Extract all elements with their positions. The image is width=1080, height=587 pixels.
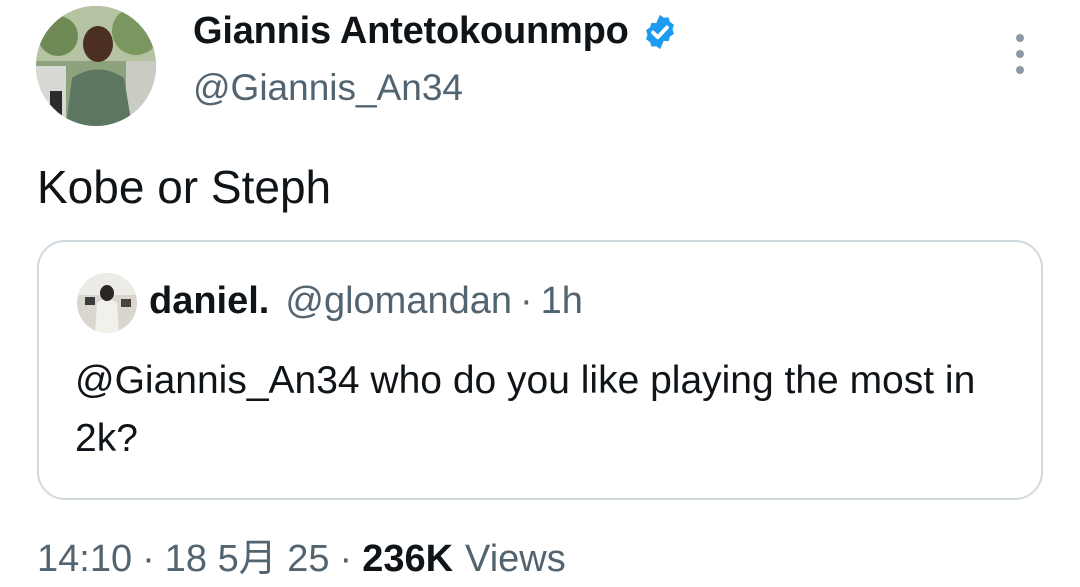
quoted-tweet-text: @Giannis_An34 who do you like playing th… <box>75 359 976 460</box>
more-dot <box>1016 66 1024 74</box>
author-handle[interactable]: @Giannis_An34 <box>193 67 463 109</box>
author-display-name[interactable]: Giannis Antetokounmpo <box>193 10 629 53</box>
tweet-date[interactable]: 18 5月 25 <box>165 527 330 582</box>
quoted-author-avatar[interactable] <box>77 273 137 333</box>
author-avatar[interactable] <box>36 6 156 126</box>
tweet-time[interactable]: 14:10 <box>37 538 132 581</box>
meta-separator: · <box>142 538 155 580</box>
tweet-text: Kobe or Steph <box>37 161 332 213</box>
quoted-timestamp[interactable]: 1h <box>541 280 583 323</box>
views-label: Views <box>465 538 566 580</box>
more-options-icon[interactable] <box>1008 34 1032 74</box>
views-count[interactable]: 236K <box>362 538 453 581</box>
quoted-separator: · <box>519 280 533 322</box>
meta-separator: · <box>339 538 353 580</box>
quoted-tweet-card[interactable]: daniel. @glomandan · 1h @Giannis_An34 wh… <box>37 240 1043 500</box>
more-dot <box>1016 50 1024 58</box>
verified-badge-icon <box>645 14 674 49</box>
more-dot <box>1016 34 1024 42</box>
tweet-meta: 14:10 · 18 5月 25 · 236K Views <box>37 527 566 582</box>
quoted-display-name[interactable]: daniel. <box>149 280 269 323</box>
quoted-handle[interactable]: @glomandan <box>285 280 512 323</box>
